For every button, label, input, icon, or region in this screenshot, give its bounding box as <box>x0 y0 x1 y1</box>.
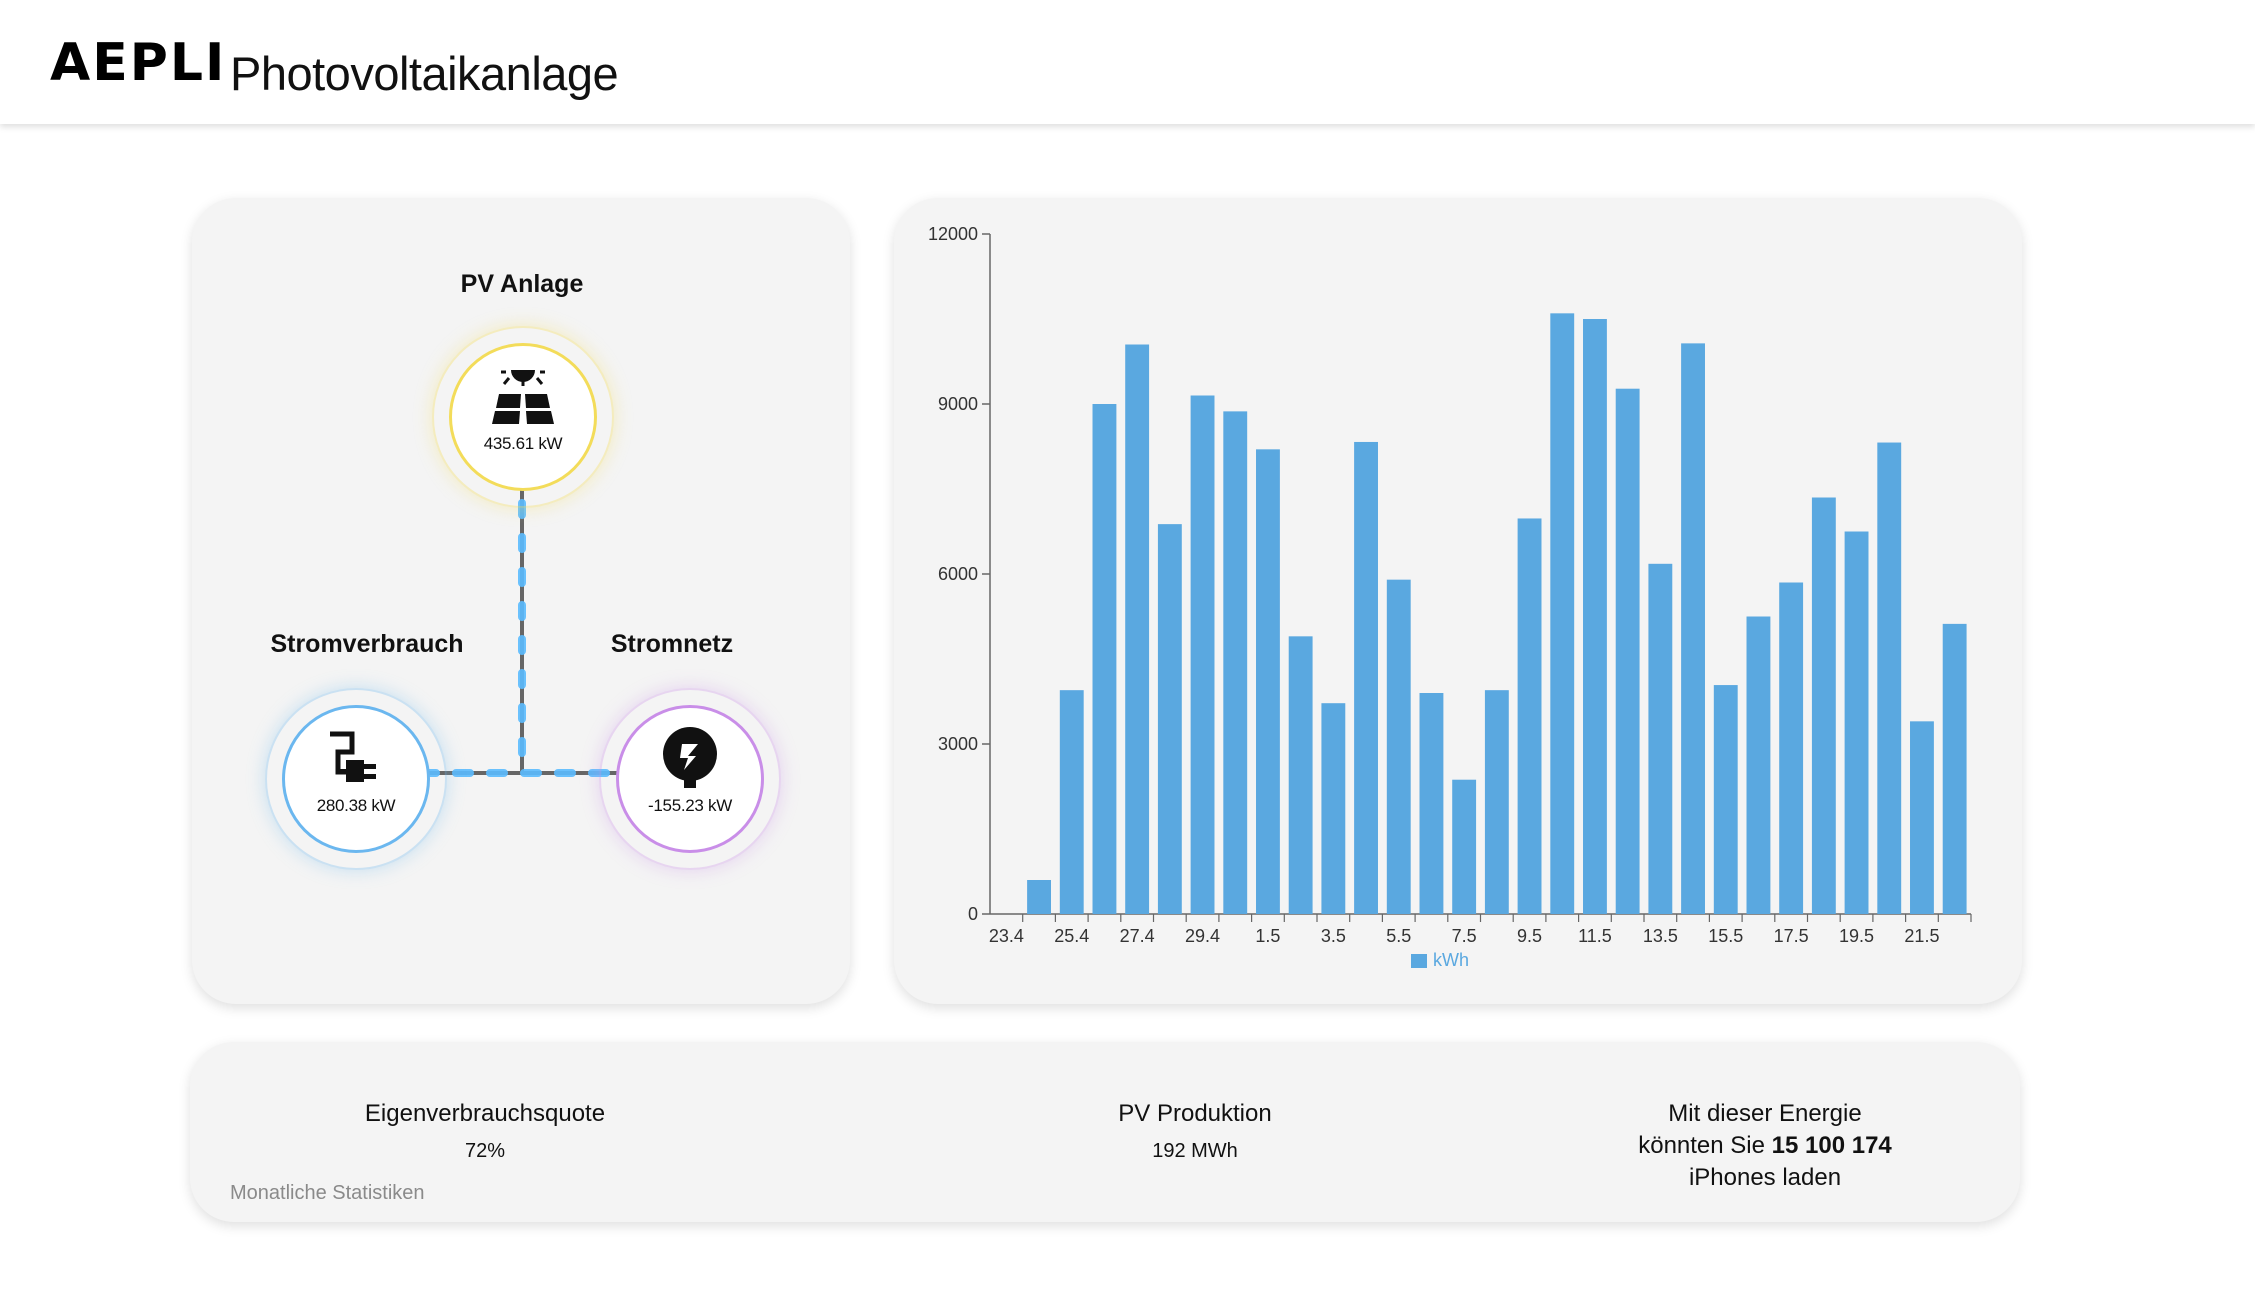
legend-swatch <box>1411 953 1427 968</box>
chart-bar <box>1321 703 1346 914</box>
chart-bar <box>1484 690 1509 914</box>
energy-prefix: könnten Sie <box>1638 1132 1772 1159</box>
x-tick-label: 5.5 <box>1386 926 1411 946</box>
x-tick-label: 25.4 <box>1054 926 1089 946</box>
flow-lines <box>312 418 732 777</box>
x-tick-label: 29.4 <box>1185 926 1220 946</box>
x-tick-label: 9.5 <box>1517 926 1542 946</box>
energy-line-1: Mit dieser Energie <box>1668 1100 1862 1127</box>
solar-panel-icon <box>492 370 554 424</box>
statistics-card: Eigenverbrauchsquote 72% PV Produktion 1… <box>190 1042 2020 1222</box>
chart-bar <box>1517 518 1542 914</box>
x-tick-label: 19.5 <box>1839 926 1874 946</box>
chart-bar <box>1223 411 1248 914</box>
chart-bar <box>1059 690 1084 914</box>
chart-bar <box>1713 685 1738 914</box>
chart-bar <box>1681 343 1705 914</box>
self-consumption-value: 72% <box>464 1140 506 1162</box>
pv-value: 435.61 kW <box>483 434 563 453</box>
self-consumption-title: Eigenverbrauchsquote <box>364 1100 606 1127</box>
energy-flow-card: PV Anlage 435.61 kW Stromverbrauch 280.3… <box>192 198 850 1004</box>
x-tick-label: 21.5 <box>1904 926 1939 946</box>
chart-bar <box>1877 442 1902 914</box>
grid-label: Stromnetz <box>610 630 734 658</box>
chart-bar <box>1779 582 1804 914</box>
chart-bar <box>1354 441 1378 914</box>
chart-legend[interactable]: kWh <box>1411 950 1469 971</box>
energy-equivalent-stat: Mit dieser Energie könnten Sie 15 100 17… <box>1565 1098 1965 1194</box>
self-consumption-stat: Eigenverbrauchsquote 72% <box>320 1098 650 1163</box>
chart-bar <box>1615 388 1640 914</box>
x-tick-label: 17.5 <box>1774 926 1809 946</box>
chart-bar <box>1811 497 1836 914</box>
chart-bar <box>1550 313 1575 914</box>
x-tick-label: 23.4 <box>989 926 1024 946</box>
x-tick-label: 7.5 <box>1452 926 1477 946</box>
chart-bar <box>1452 779 1477 914</box>
x-tick-label: 11.5 <box>1578 926 1612 946</box>
legend-label: kWh <box>1433 950 1469 970</box>
x-tick-label: 3.5 <box>1321 926 1346 946</box>
chart-bar <box>1027 880 1051 914</box>
grid-value: -155.23 kW <box>648 796 732 815</box>
pv-production-value: 192 MWh <box>1152 1140 1238 1162</box>
chart-bar <box>1288 636 1313 914</box>
pv-label: PV Anlage <box>460 270 584 298</box>
y-tick-label: 6000 <box>938 564 978 584</box>
grid-pylon-icon <box>663 727 717 788</box>
grid-node[interactable]: -155.23 kW <box>616 705 764 853</box>
statistics-footnote: Monatliche Statistiken <box>230 1182 425 1204</box>
x-tick-label: 27.4 <box>1120 926 1155 946</box>
consumption-node[interactable]: 280.38 kW <box>282 705 430 853</box>
chart-bar <box>1583 319 1607 914</box>
y-tick-label: 12000 <box>928 224 978 244</box>
x-tick-label: 1.5 <box>1255 926 1280 946</box>
page-title: Photovoltaikanlage <box>230 47 619 100</box>
y-tick-label: 9000 <box>938 394 978 414</box>
x-tick-label: 13.5 <box>1643 926 1678 946</box>
chart-bar <box>1648 563 1673 914</box>
x-tick-label: 15.5 <box>1708 926 1743 946</box>
chart-bar <box>1746 616 1771 914</box>
y-tick-label: 3000 <box>938 734 978 754</box>
brand-logo[interactable]: AEPLI <box>50 32 226 94</box>
app-header: AEPLI Photovoltaikanlage <box>0 0 2255 124</box>
y-tick-label: 0 <box>968 904 978 924</box>
pv-node[interactable]: 435.61 kW <box>449 343 597 491</box>
chart-bar <box>1157 524 1182 914</box>
pv-production-title: PV Produktion <box>1118 1100 1272 1127</box>
plug-icon <box>330 731 376 782</box>
energy-line-3: iPhones laden <box>1688 1164 1842 1191</box>
consumption-label: Stromverbrauch <box>270 630 464 658</box>
production-bar-chart: 0 3000 6000 9000 12000 23.4 25.4 27.4 29.4 1.5 3.5… <box>928 224 1972 946</box>
chart-bar <box>1092 404 1117 914</box>
energy-line-2: könnten Sie 15 100 174 <box>1565 1130 1965 1162</box>
chart-bar <box>1910 721 1934 914</box>
pv-production-stat: PV Produktion 192 MWh <box>1040 1098 1350 1163</box>
production-chart-card: 0 3000 6000 9000 12000 23.4 25.4 27.4 29.4 1.5 3.5… <box>894 198 2022 1004</box>
consumption-value: 280.38 kW <box>316 796 396 815</box>
chart-bar <box>1256 449 1280 914</box>
chart-bar <box>1419 693 1444 914</box>
chart-bar <box>1125 344 1150 914</box>
chart-bar <box>1942 623 1967 914</box>
iphone-count: 15 100 174 <box>1771 1132 1892 1159</box>
chart-bar <box>1844 531 1869 914</box>
chart-bar <box>1386 579 1411 914</box>
chart-bar <box>1190 395 1215 914</box>
